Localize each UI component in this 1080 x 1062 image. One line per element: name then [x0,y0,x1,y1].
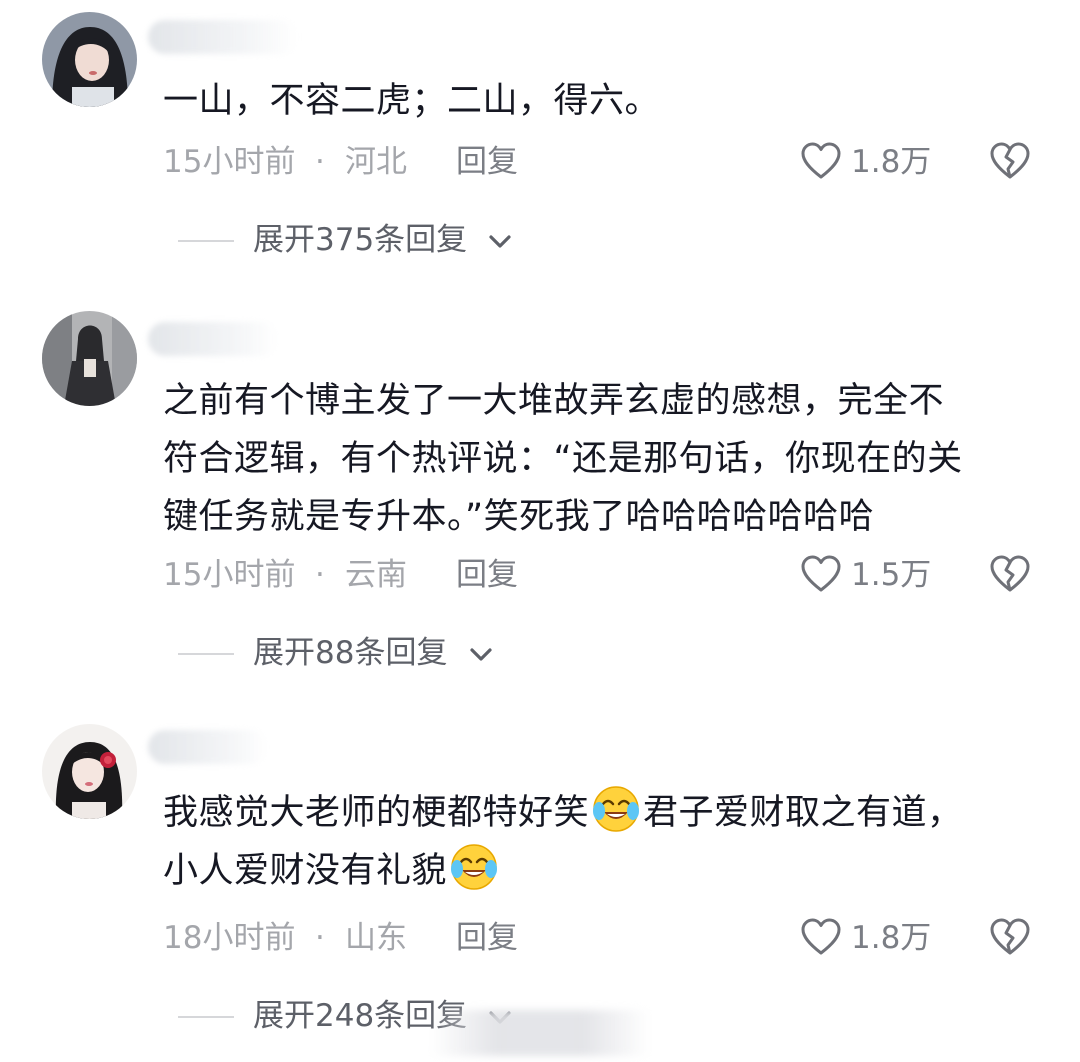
expand-replies-label: 展开88条回复 [253,635,448,671]
comment-text-segment: 君子爱财取之有道， [643,793,963,833]
expand-divider [178,1016,234,1018]
reply-button[interactable]: 回复 [456,555,518,595]
comment-meta: 15小时前 · 河北 回复 1.8万 [163,142,1063,182]
meta-separator: · [315,557,325,593]
comment-text-segment: 我感觉大老师的梗都特好笑 [163,793,590,833]
heart-outline-icon[interactable] [798,914,844,960]
meta-separator: · [315,144,325,180]
username-redacted[interactable] [148,20,298,54]
reply-button[interactable]: 回复 [456,142,518,182]
avatar[interactable] [42,12,137,107]
like-count: 1.5万 [851,557,932,593]
broken-heart-icon[interactable] [987,138,1033,184]
comment-text-line: 符合逻辑，有个热评说：“还是那句话，你现在的关 [163,439,963,479]
meta-separator: · [315,920,325,956]
chevron-down-icon [485,226,515,256]
comment-text-line: 小人爱财没有礼貌 [163,842,1043,900]
comment-location: 河北 [345,144,407,180]
watermark-blur [430,1010,650,1056]
expand-divider [178,240,234,242]
comment-text-line: 我感觉大老师的梗都特好笑 君子爱财取之有道， [163,784,1043,842]
comment-meta: 15小时前 · 云南 回复 1.5万 [163,555,1063,595]
comment-time: 18小时前 [163,920,296,956]
comment-time: 15小时前 [163,144,296,180]
heart-outline-icon[interactable] [798,551,844,597]
expand-replies-button[interactable]: 展开375条回复 [178,220,678,260]
comment-meta: 18小时前 · 山东 回复 1.8万 [163,918,1063,958]
username-redacted[interactable] [148,730,268,764]
comment-text-line: 键任务就是专升本。”笑死我了哈哈哈哈哈哈哈 [163,497,875,537]
heart-outline-icon[interactable] [798,138,844,184]
comment-time: 15小时前 [163,557,296,593]
expand-replies-label: 展开375条回复 [253,222,468,258]
comment-text: 我感觉大老师的梗都特好笑 君子爱财取之有道， 小人爱财没有礼貌 [163,784,1043,900]
broken-heart-icon[interactable] [987,914,1033,960]
expand-replies-button[interactable]: 展开88条回复 [178,633,678,673]
comment-location: 云南 [345,557,407,593]
comment-text-line: 之前有个博主发了一大堆故弄玄虚的感想，完全不 [163,381,945,421]
broken-heart-icon[interactable] [987,551,1033,597]
tears-of-joy-emoji-icon [449,842,499,892]
username-redacted[interactable] [148,322,278,356]
comment-text: 一山，不容二虎；二山，得六。 [163,81,661,121]
like-count: 1.8万 [851,920,932,956]
avatar[interactable] [42,311,137,406]
reply-button[interactable]: 回复 [456,918,518,958]
comment-text-segment: 小人爱财没有礼貌 [163,851,448,891]
expand-divider [178,653,234,655]
tears-of-joy-emoji-icon [591,784,641,834]
chevron-down-icon [466,639,496,669]
comment-location: 山东 [345,920,407,956]
avatar[interactable] [42,724,137,819]
comment-text: 之前有个博主发了一大堆故弄玄虚的感想，完全不 符合逻辑，有个热评说：“还是那句话… [163,372,1043,546]
like-count: 1.8万 [851,144,932,180]
